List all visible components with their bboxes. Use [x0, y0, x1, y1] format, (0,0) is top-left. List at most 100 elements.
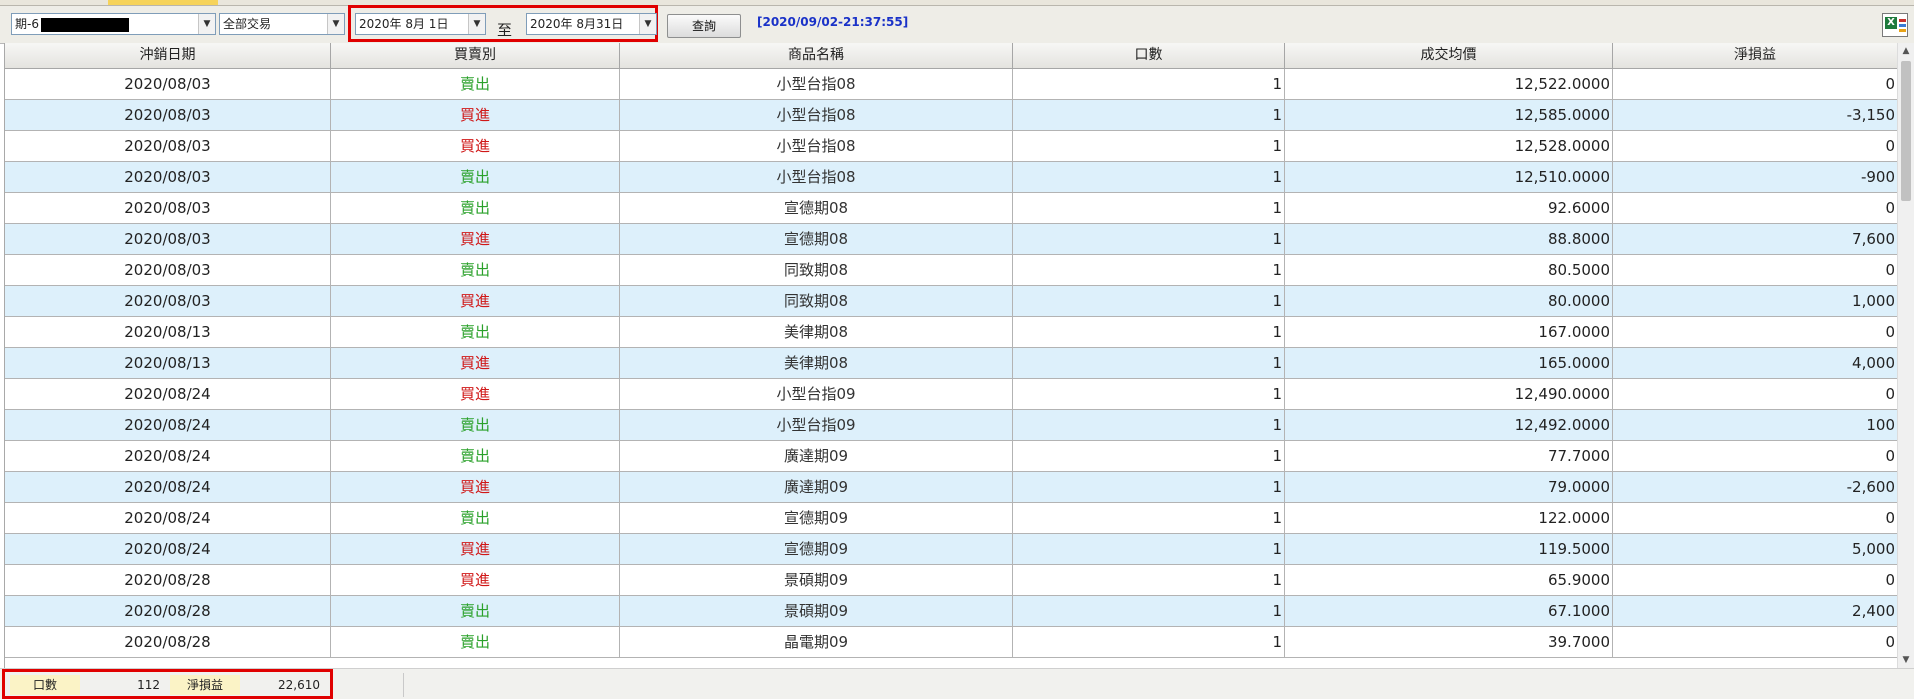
table-row[interactable]: 2020/08/28 買進 景碩期09 1 65.9000 0: [5, 565, 1897, 596]
cell-net-pnl: 0: [1613, 441, 1897, 471]
cell-avg-price: 65.9000: [1285, 565, 1613, 595]
table-row[interactable]: 2020/08/03 買進 宣德期08 1 88.8000 7,600: [5, 224, 1897, 255]
cell-qty: 1: [1013, 503, 1285, 533]
cell-product: 小型台指08: [620, 100, 1013, 130]
cell-date: 2020/08/03: [5, 100, 331, 130]
cell-avg-price: 12,585.0000: [1285, 100, 1613, 130]
table-row[interactable]: 2020/08/03 賣出 宣德期08 1 92.6000 0: [5, 193, 1897, 224]
column-header-product[interactable]: 商品名稱: [620, 43, 1013, 68]
cell-product: 小型台指08: [620, 162, 1013, 192]
cell-qty: 1: [1013, 255, 1285, 285]
cell-side: 賣出: [331, 255, 620, 285]
cell-qty: 1: [1013, 224, 1285, 254]
start-date-value: 2020年 8月 1日: [359, 17, 449, 31]
trade-type-value: 全部交易: [223, 17, 272, 31]
cell-net-pnl: -3,150: [1613, 100, 1897, 130]
cell-date: 2020/08/03: [5, 162, 331, 192]
table-row[interactable]: 2020/08/03 買進 小型台指08 1 12,528.0000 0: [5, 131, 1897, 162]
chevron-down-icon[interactable]: ▼: [639, 14, 656, 34]
table-row[interactable]: 2020/08/24 賣出 廣達期09 1 77.7000 0: [5, 441, 1897, 472]
column-header-net-pnl[interactable]: 淨損益: [1613, 43, 1897, 68]
cell-side: 賣出: [331, 410, 620, 440]
cell-side: 買進: [331, 131, 620, 161]
cell-date: 2020/08/03: [5, 255, 331, 285]
chevron-down-icon[interactable]: ▼: [468, 14, 485, 34]
table-row[interactable]: 2020/08/03 賣出 小型台指08 1 12,522.0000 0: [5, 69, 1897, 100]
trade-history-window: 期-6 ▼ 全部交易 ▼ 2020年 8月 1日 ▼ 至 2020年 8月31日…: [0, 0, 1914, 699]
cell-date: 2020/08/03: [5, 69, 331, 99]
account-select[interactable]: 期-6 ▼: [11, 13, 216, 35]
table-row[interactable]: 2020/08/03 買進 小型台指08 1 12,585.0000 -3,150: [5, 100, 1897, 131]
trade-type-select[interactable]: 全部交易 ▼: [219, 13, 345, 35]
cell-net-pnl: 2,400: [1613, 596, 1897, 626]
cell-product: 同致期08: [620, 286, 1013, 316]
cell-product: 景碩期09: [620, 596, 1013, 626]
cell-date: 2020/08/24: [5, 379, 331, 409]
cell-avg-price: 77.7000: [1285, 441, 1613, 471]
scroll-thumb[interactable]: [1901, 61, 1911, 201]
table-row[interactable]: 2020/08/24 買進 宣德期09 1 119.5000 5,000: [5, 534, 1897, 565]
cell-product: 同致期08: [620, 255, 1013, 285]
cell-product: 美律期08: [620, 348, 1013, 378]
table-row[interactable]: 2020/08/03 買進 同致期08 1 80.0000 1,000: [5, 286, 1897, 317]
table-row[interactable]: 2020/08/24 賣出 宣德期09 1 122.0000 0: [5, 503, 1897, 534]
cell-qty: 1: [1013, 193, 1285, 223]
cell-product: 小型台指09: [620, 410, 1013, 440]
chevron-down-icon[interactable]: ▼: [198, 14, 215, 34]
cell-qty: 1: [1013, 410, 1285, 440]
cell-side: 賣出: [331, 627, 620, 657]
cell-qty: 1: [1013, 100, 1285, 130]
table-row[interactable]: 2020/08/03 賣出 同致期08 1 80.5000 0: [5, 255, 1897, 286]
cell-avg-price: 12,510.0000: [1285, 162, 1613, 192]
table-row[interactable]: 2020/08/24 買進 小型台指09 1 12,490.0000 0: [5, 379, 1897, 410]
query-button[interactable]: 查詢: [667, 14, 741, 38]
cell-net-pnl: 0: [1613, 131, 1897, 161]
cell-qty: 1: [1013, 131, 1285, 161]
cell-date: 2020/08/13: [5, 348, 331, 378]
column-header-qty[interactable]: 口數: [1013, 43, 1285, 68]
cell-side: 買進: [331, 534, 620, 564]
excel-export-icon[interactable]: X: [1882, 13, 1908, 37]
cell-date: 2020/08/24: [5, 503, 331, 533]
start-date-picker[interactable]: 2020年 8月 1日 ▼: [355, 13, 486, 35]
cell-date: 2020/08/24: [5, 441, 331, 471]
cell-avg-price: 12,522.0000: [1285, 69, 1613, 99]
table-row[interactable]: 2020/08/13 賣出 美律期08 1 167.0000 0: [5, 317, 1897, 348]
cell-avg-price: 79.0000: [1285, 472, 1613, 502]
cell-avg-price: 12,490.0000: [1285, 379, 1613, 409]
cell-qty: 1: [1013, 317, 1285, 347]
vertical-scrollbar[interactable]: ▲ ▼: [1897, 43, 1914, 668]
grid-body: 2020/08/03 賣出 小型台指08 1 12,522.0000 0 2020/08/0…: [5, 69, 1897, 658]
query-toolbar: 期-6 ▼ 全部交易 ▼ 2020年 8月 1日 ▼ 至 2020年 8月31日…: [0, 5, 1914, 44]
cell-net-pnl: 0: [1613, 193, 1897, 223]
table-row[interactable]: 2020/08/28 賣出 晶電期09 1 39.7000 0: [5, 627, 1897, 658]
cell-avg-price: 167.0000: [1285, 317, 1613, 347]
cell-date: 2020/08/13: [5, 317, 331, 347]
status-divider: [403, 673, 404, 697]
cell-net-pnl: 100: [1613, 410, 1897, 440]
table-row[interactable]: 2020/08/28 賣出 景碩期09 1 67.1000 2,400: [5, 596, 1897, 627]
table-row[interactable]: 2020/08/24 賣出 小型台指09 1 12,492.0000 100: [5, 410, 1897, 441]
active-tab-edge[interactable]: [108, 0, 218, 5]
cell-avg-price: 39.7000: [1285, 627, 1613, 657]
cell-qty: 1: [1013, 534, 1285, 564]
table-row[interactable]: 2020/08/03 賣出 小型台指08 1 12,510.0000 -900: [5, 162, 1897, 193]
cell-product: 廣達期09: [620, 472, 1013, 502]
cell-date: 2020/08/03: [5, 131, 331, 161]
cell-date: 2020/08/03: [5, 193, 331, 223]
scroll-down-icon[interactable]: ▼: [1898, 652, 1914, 668]
column-header-avg-price[interactable]: 成交均價: [1285, 43, 1613, 68]
column-header-date[interactable]: 沖銷日期: [5, 43, 331, 68]
cell-qty: 1: [1013, 69, 1285, 99]
table-row[interactable]: 2020/08/13 買進 美律期08 1 165.0000 4,000: [5, 348, 1897, 379]
cell-avg-price: 92.6000: [1285, 193, 1613, 223]
table-row[interactable]: 2020/08/24 買進 廣達期09 1 79.0000 -2,600: [5, 472, 1897, 503]
cell-net-pnl: 0: [1613, 503, 1897, 533]
cell-avg-price: 12,528.0000: [1285, 131, 1613, 161]
cell-net-pnl: 0: [1613, 69, 1897, 99]
cell-qty: 1: [1013, 286, 1285, 316]
end-date-picker[interactable]: 2020年 8月31日 ▼: [526, 13, 657, 35]
scroll-up-icon[interactable]: ▲: [1898, 43, 1914, 59]
chevron-down-icon[interactable]: ▼: [327, 14, 344, 34]
column-header-side[interactable]: 買賣別: [331, 43, 620, 68]
